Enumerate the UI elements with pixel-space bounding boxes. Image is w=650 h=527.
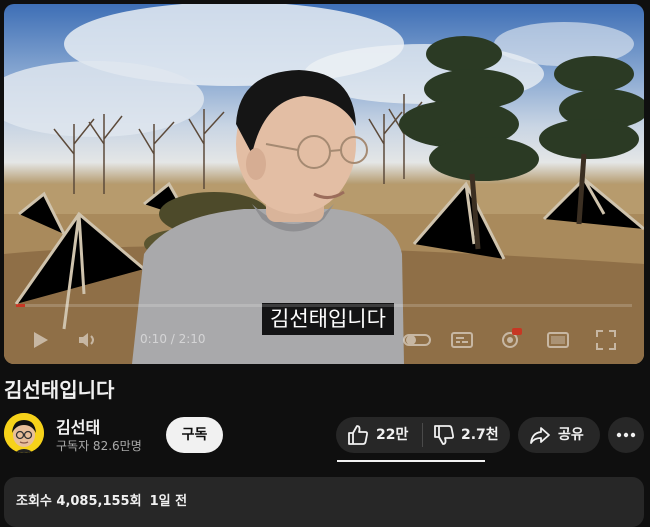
more-actions-button[interactable]: [608, 417, 644, 453]
settings-icon[interactable]: [498, 328, 522, 352]
theater-mode-icon[interactable]: [546, 328, 570, 352]
fullscreen-icon[interactable]: [594, 328, 618, 352]
video-player[interactable]: 김선태입니다 0:10 / 2:10: [4, 4, 644, 364]
dislike-count: 2.7천: [461, 427, 499, 443]
like-button[interactable]: 22만: [336, 417, 422, 453]
more-icon: [616, 432, 636, 438]
dislike-button[interactable]: 2.7천: [423, 417, 510, 453]
autoplay-toggle-icon[interactable]: [402, 328, 432, 352]
view-count: 조회수 4,085,155회: [16, 494, 142, 509]
like-count: 22만: [376, 427, 409, 443]
share-button[interactable]: 공유: [518, 417, 600, 453]
thumbs-up-icon: [348, 425, 368, 445]
channel-name[interactable]: 김선태: [56, 414, 100, 438]
video-meta: 조회수 4,085,155회 1일 전: [16, 490, 195, 509]
captions-icon[interactable]: [450, 328, 474, 352]
thumbs-down-icon: [434, 425, 454, 445]
subscribe-button[interactable]: 구독: [166, 417, 223, 453]
video-title: 김선태입니다: [4, 378, 115, 402]
like-underline: [337, 460, 485, 462]
volume-icon[interactable]: [76, 328, 100, 352]
description-box[interactable]: 조회수 4,085,155회 1일 전: [4, 477, 644, 527]
channel-avatar[interactable]: [4, 413, 44, 453]
upload-date: 1일 전: [149, 494, 188, 509]
player-controls: 0:10 / 2:10: [4, 304, 644, 364]
subscriber-count: 구독자 82.6만명: [56, 439, 142, 453]
share-label: 공유: [558, 427, 584, 443]
time-display: 0:10 / 2:10: [140, 332, 206, 346]
like-dislike-group: 22만 2.7천: [336, 417, 510, 453]
avatar-face-icon: [4, 413, 44, 453]
play-icon[interactable]: [28, 328, 52, 352]
progress-bar[interactable]: [16, 304, 632, 307]
share-icon: [530, 427, 550, 444]
progress-fill: [16, 304, 26, 307]
